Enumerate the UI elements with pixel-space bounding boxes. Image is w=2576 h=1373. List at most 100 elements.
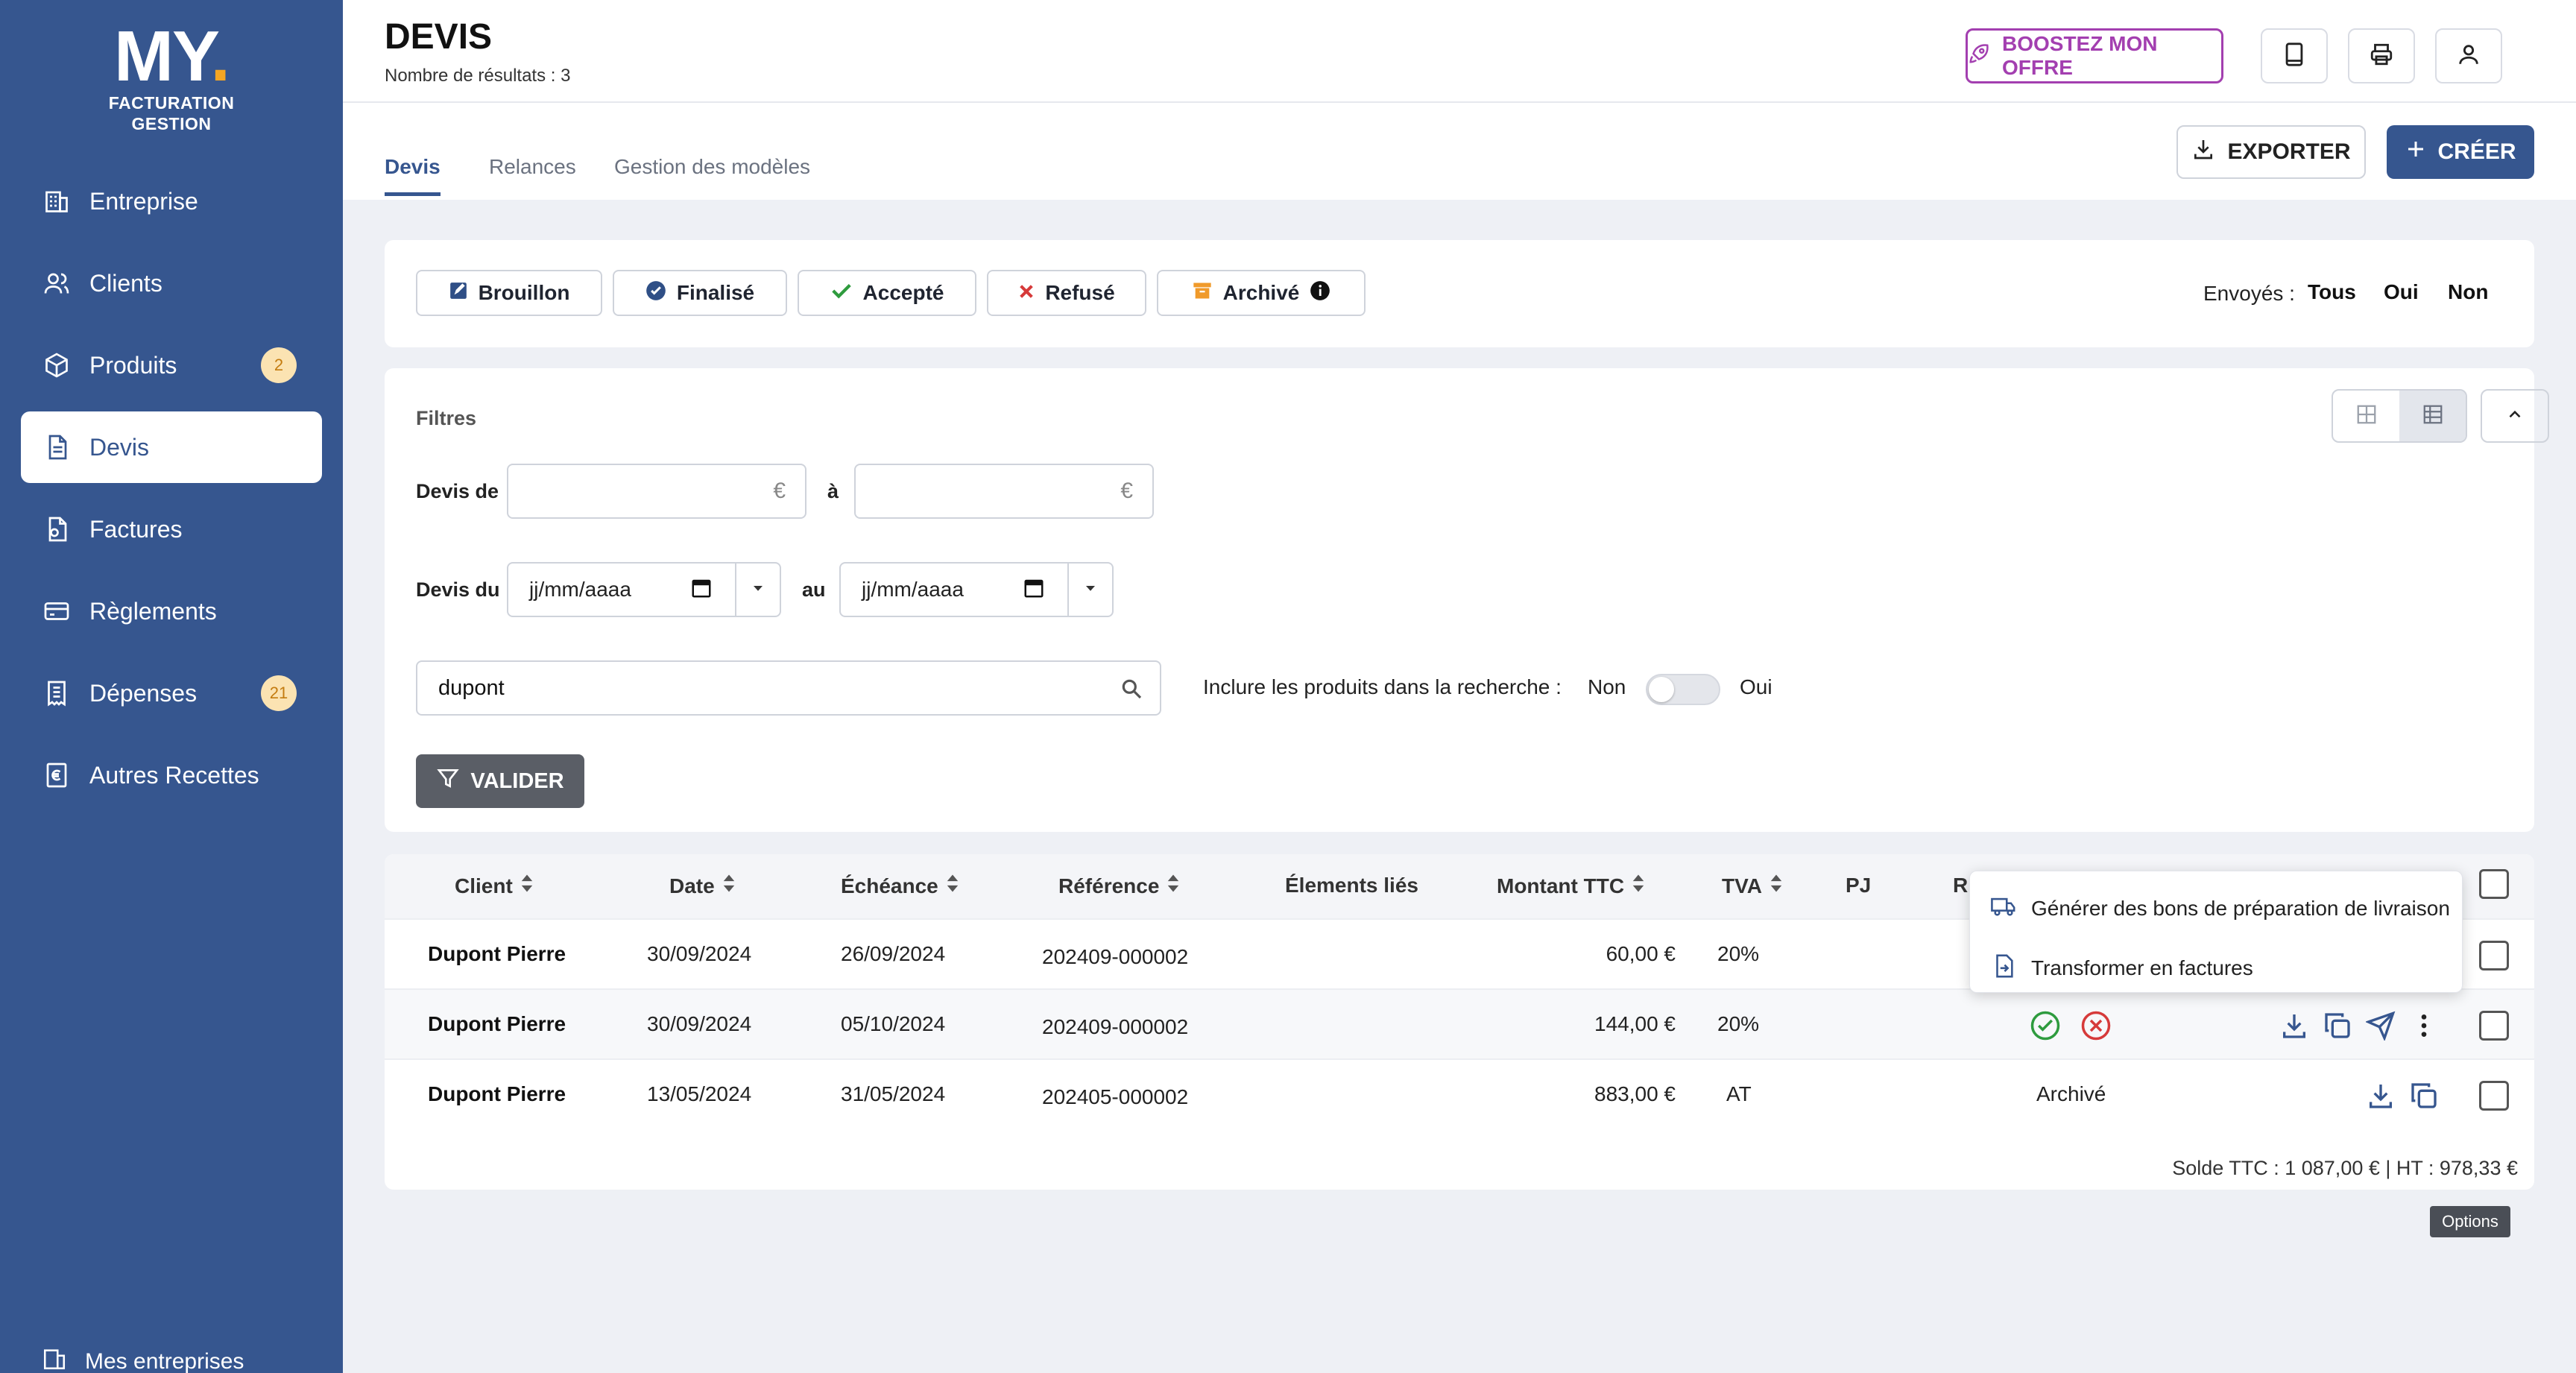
duplicate-icon[interactable] <box>2321 1009 2354 1042</box>
sidebar-item-label: Autres Recettes <box>89 761 259 789</box>
status-accepte-button[interactable]: Accepté <box>798 270 976 316</box>
include-products-label: Inclure les produits dans la recherche : <box>1203 675 1562 698</box>
calendar-icon[interactable] <box>690 577 713 605</box>
sidebar-item-devis[interactable]: Devis <box>21 411 322 483</box>
status-archive-button[interactable]: Archivé <box>1157 270 1366 316</box>
sent-option-oui[interactable]: Oui <box>2384 280 2419 304</box>
chevron-up-icon <box>2505 405 2525 428</box>
status-filter-card: Brouillon Finalisé Accepté Refusé Archiv… <box>385 240 2534 347</box>
plus-icon <box>2405 138 2427 166</box>
user-account-button[interactable] <box>2435 28 2502 83</box>
sidebar-item-depenses[interactable]: Dépenses 21 <box>21 657 322 729</box>
refuse-icon[interactable] <box>2080 1009 2112 1042</box>
col-client[interactable]: Client <box>455 874 534 898</box>
row-checkbox[interactable] <box>2479 1011 2509 1041</box>
include-products-toggle[interactable] <box>1646 674 1720 705</box>
boost-offer-button[interactable]: BOOSTEZ MON OFFRE <box>1966 28 2223 83</box>
tab-relances[interactable]: Relances <box>489 155 576 192</box>
sidebar-item-mes-entreprises[interactable]: Mes entreprises <box>42 1346 244 1373</box>
view-toggle <box>2332 389 2467 443</box>
sent-option-tous[interactable]: Tous <box>2308 280 2356 304</box>
date-from-input[interactable]: jj/mm/aaaa <box>507 562 781 617</box>
status-badge: Archivé <box>2036 1082 2106 1105</box>
user-icon <box>2456 42 2481 71</box>
table-view-button[interactable] <box>2399 391 2466 441</box>
validate-filters-button[interactable]: VALIDER <box>416 754 584 808</box>
sidebar-item-factures[interactable]: Factures <box>21 493 322 565</box>
col-pj: PJ <box>1846 874 1872 897</box>
collapse-filters-button[interactable] <box>2481 389 2549 443</box>
tab-devis[interactable]: Devis <box>385 155 441 196</box>
send-icon[interactable] <box>2364 1009 2397 1042</box>
count-badge: 21 <box>261 675 297 711</box>
tab-gestion-modeles[interactable]: Gestion des modèles <box>614 155 810 192</box>
toggle-on-label: Oui <box>1740 675 1772 698</box>
search-icon[interactable] <box>1120 677 1143 707</box>
menu-item-transform-invoices[interactable]: Transformer en factures <box>1991 946 2253 991</box>
duplicate-icon[interactable] <box>2408 1079 2440 1112</box>
rocket-icon <box>1968 42 1990 70</box>
sidebar-item-produits[interactable]: Produits 2 <box>21 329 322 401</box>
status-brouillon-button[interactable]: Brouillon <box>416 270 602 316</box>
archive-icon <box>1192 280 1213 306</box>
draft-icon <box>449 281 468 306</box>
status-finalise-button[interactable]: Finalisé <box>613 270 787 316</box>
col-tva[interactable]: TVA <box>1722 874 1783 898</box>
date-to-input[interactable]: jj/mm/aaaa <box>839 562 1114 617</box>
check-icon <box>830 280 853 307</box>
accept-icon[interactable] <box>2029 1009 2062 1042</box>
help-book-button[interactable] <box>2261 28 2328 83</box>
book-icon <box>2282 42 2307 71</box>
date-from-label: Devis du <box>416 578 500 601</box>
sidebar-item-autres-recettes[interactable]: Autres Recettes <box>21 739 322 811</box>
users-icon <box>42 268 72 298</box>
grid-view-button[interactable] <box>2333 391 2399 441</box>
more-options-icon[interactable] <box>2408 1009 2440 1042</box>
download-icon[interactable] <box>2364 1079 2397 1112</box>
box-icon <box>42 350 72 380</box>
sidebar: MY. FACTURATION GESTION Entreprise Clien… <box>0 0 343 1373</box>
status-refuse-button[interactable]: Refusé <box>987 270 1146 316</box>
info-icon[interactable] <box>1310 280 1330 306</box>
sidebar-item-clients[interactable]: Clients <box>21 247 322 319</box>
row-checkbox[interactable] <box>2479 941 2509 970</box>
amount-from-input[interactable]: € <box>507 464 806 519</box>
check-circle-icon <box>645 280 666 306</box>
receipt-icon <box>42 678 72 708</box>
sent-filter-label: Envoyés : <box>2203 282 2295 305</box>
export-button[interactable]: EXPORTER <box>2176 125 2366 179</box>
sidebar-item-label: Règlements <box>89 597 217 625</box>
sidebar-item-reglements[interactable]: Règlements <box>21 575 322 647</box>
col-elements-lies: Élements liés <box>1285 874 1418 897</box>
table-row[interactable]: Dupont Pierre 13/05/2024 31/05/2024 2024… <box>385 1058 2534 1129</box>
amount-to-input[interactable]: € <box>854 464 1154 519</box>
date-from-dropdown[interactable] <box>735 564 780 616</box>
euro-symbol: € <box>773 479 786 503</box>
search-input[interactable]: dupont <box>416 660 1161 716</box>
sent-option-non[interactable]: Non <box>2448 280 2488 304</box>
col-date[interactable]: Date <box>669 874 736 898</box>
sidebar-item-entreprise[interactable]: Entreprise <box>21 165 322 237</box>
col-montant-ttc[interactable]: Montant TTC <box>1497 874 1645 898</box>
euro-doc-icon <box>42 760 72 790</box>
download-icon[interactable] <box>2278 1009 2311 1042</box>
x-icon <box>1018 281 1035 305</box>
col-reference[interactable]: Référence <box>1058 874 1180 898</box>
caret-down-icon <box>1084 581 1097 599</box>
toggle-off-label: Non <box>1588 675 1626 698</box>
row-checkbox[interactable] <box>2479 1081 2509 1111</box>
app-logo[interactable]: MY. FACTURATION GESTION <box>89 21 253 140</box>
invoice-icon <box>42 514 72 544</box>
col-echeance[interactable]: Échéance <box>841 874 959 898</box>
sort-icon <box>1770 874 1783 898</box>
sort-icon <box>1632 874 1645 898</box>
print-button[interactable] <box>2348 28 2415 83</box>
menu-item-generate-delivery[interactable]: Générer des bons de préparation de livra… <box>1991 886 2450 931</box>
row-options-menu: Générer des bons de préparation de livra… <box>1969 871 2463 993</box>
date-to-dropdown[interactable] <box>1067 564 1112 616</box>
create-button[interactable]: CRÉER <box>2387 125 2534 179</box>
sidebar-item-label: Factures <box>89 515 183 543</box>
calendar-icon[interactable] <box>1023 577 1045 605</box>
table-row[interactable]: Dupont Pierre 30/09/2024 05/10/2024 2024… <box>385 988 2534 1058</box>
select-all-checkbox[interactable] <box>2479 869 2509 899</box>
